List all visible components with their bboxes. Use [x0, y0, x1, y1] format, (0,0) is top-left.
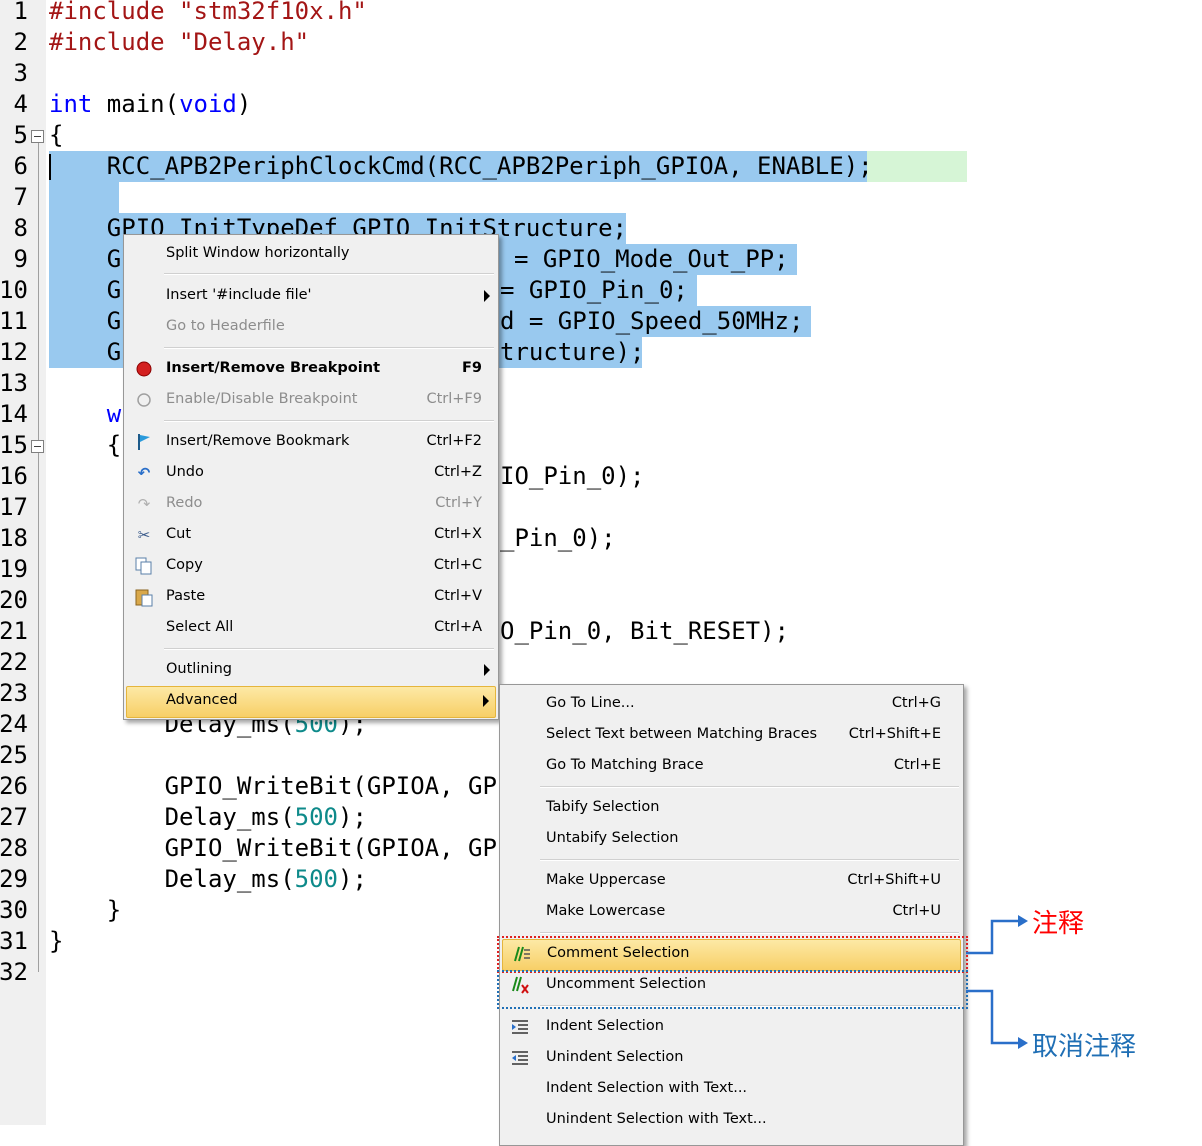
copy-icon: [134, 556, 154, 576]
fold-toggle-icon[interactable]: [31, 130, 44, 143]
insert-include-item[interactable]: Insert '#include file': [126, 281, 496, 311]
line-number: 16: [0, 462, 28, 490]
go-to-headerfile-item[interactable]: Go to Headerfile: [126, 312, 496, 342]
callout-arrows: [966, 915, 1028, 1049]
unindent-with-text-item[interactable]: Unindent Selection with Text...: [502, 1105, 961, 1135]
line-number: 18: [0, 524, 28, 552]
disabled-breakpoint-icon: [134, 390, 154, 410]
submenu-arrow-icon: [484, 664, 490, 676]
line-number: 11: [0, 307, 28, 335]
line-number: 3: [13, 59, 28, 87]
redo-item[interactable]: ↷ Redo Ctrl+Y: [126, 489, 496, 519]
line-number: 23: [0, 679, 28, 707]
insert-remove-bookmark-item[interactable]: Insert/Remove Bookmark Ctrl+F2: [126, 427, 496, 457]
untabify-selection-item[interactable]: Untabify Selection: [502, 824, 961, 854]
line-number: 29: [0, 865, 28, 893]
code-line-tail: _Pin_0);: [500, 524, 616, 552]
line-number: 32: [0, 958, 28, 986]
line-number: 13: [0, 369, 28, 397]
copy-item[interactable]: Copy Ctrl+C: [126, 551, 496, 581]
code-line: GPIO_WriteBit(GPIOA, GPI: [49, 772, 512, 800]
code-line: GPIO_WriteBit(GPIOA, GPI: [49, 834, 512, 862]
line-number: 1: [13, 0, 28, 25]
line-number: 5: [13, 121, 28, 149]
paste-item[interactable]: Paste Ctrl+V: [126, 582, 496, 612]
code-line: }: [49, 927, 64, 955]
unindent-selection-item[interactable]: Unindent Selection: [502, 1043, 961, 1073]
undo-item[interactable]: ↶ Undo Ctrl+Z: [126, 458, 496, 488]
line-number: 20: [0, 586, 28, 614]
comment-annotation: 注释: [1032, 909, 1085, 939]
indent-icon: [510, 1017, 530, 1037]
insert-remove-breakpoint-item[interactable]: Insert/Remove Breakpoint F9: [126, 354, 496, 384]
select-all-item[interactable]: Select All Ctrl+A: [126, 613, 496, 643]
code-line: RCC_APB2PeriphClockCmd(RCC_APB2Periph_GP…: [49, 152, 873, 180]
line-number: 8: [13, 214, 28, 242]
scissors-icon: ✂: [137, 526, 151, 544]
submenu-arrow-icon: [483, 695, 489, 707]
breakpoint-icon: [134, 359, 154, 379]
code-line: Delay_ms(500);: [49, 803, 367, 831]
code-line-tail: = GPIO_Pin_0;: [500, 276, 688, 304]
undo-icon: ↶: [137, 464, 151, 482]
editor-context-menu: Split Window horizontally Insert '#inclu…: [123, 234, 499, 720]
uncomment-annotation: 取消注释: [1032, 1032, 1137, 1062]
make-uppercase-item[interactable]: Make Uppercase Ctrl+Shift+U: [502, 866, 961, 896]
fold-toggle-icon[interactable]: [31, 440, 44, 453]
code-line: int main(void): [49, 90, 252, 118]
line-number: 19: [0, 555, 28, 583]
advanced-submenu: Go To Line... Ctrl+G Select Text between …: [499, 684, 964, 1146]
indent-with-text-item[interactable]: Indent Selection with Text...: [502, 1074, 961, 1104]
line-number: 9: [13, 245, 28, 273]
code-line-tail: IO_Pin_0);: [500, 462, 645, 490]
unindent-icon: [510, 1048, 530, 1068]
cut-item[interactable]: ✂ Cut Ctrl+X: [126, 520, 496, 550]
line-number: 28: [0, 834, 28, 862]
line-number: 2: [13, 28, 28, 56]
line-number: 24: [0, 710, 28, 738]
code-line: #include "stm32f10x.h": [49, 0, 367, 25]
bookmark-flag-icon: [134, 432, 154, 452]
code-line-tail: = GPIO_Mode_Out_PP;: [514, 245, 789, 273]
advanced-item[interactable]: Advanced: [126, 686, 496, 718]
make-lowercase-item[interactable]: Make Lowercase Ctrl+U: [502, 897, 961, 927]
line-number: 14: [0, 400, 28, 428]
line-number: 17: [0, 493, 28, 521]
outlining-item[interactable]: Outlining: [126, 655, 496, 685]
enable-disable-breakpoint-item[interactable]: Enable/Disable Breakpoint Ctrl+F9: [126, 385, 496, 415]
line-number: 7: [13, 183, 28, 211]
line-number: 4: [13, 90, 28, 118]
split-window-item[interactable]: Split Window horizontally: [126, 239, 496, 269]
line-number: 31: [0, 927, 28, 955]
line-number: 26: [0, 772, 28, 800]
submenu-arrow-icon: [484, 290, 490, 302]
comment-callout-box: [497, 936, 968, 973]
line-number: 21: [0, 617, 28, 645]
code-line: {: [49, 121, 64, 149]
code-line: }: [49, 896, 122, 924]
go-to-matching-brace-item[interactable]: Go To Matching Brace Ctrl+E: [502, 751, 961, 781]
line-number: 30: [0, 896, 28, 924]
select-text-between-braces-item[interactable]: Select Text between Matching Braces Ctrl+…: [502, 720, 961, 750]
clipboard-paste-icon: [134, 587, 154, 607]
line-number: 15: [0, 431, 28, 459]
code-line: Delay_ms(500);: [49, 865, 367, 893]
line-number: 22: [0, 648, 28, 676]
code-line-tail: d = GPIO_Speed_50MHz;: [500, 307, 804, 335]
code-line-tail: tructure);: [500, 338, 645, 366]
go-to-line-item[interactable]: Go To Line... Ctrl+G: [502, 689, 961, 719]
redo-icon: ↷: [137, 495, 151, 513]
line-number: 12: [0, 338, 28, 366]
code-line: {: [49, 431, 122, 459]
indent-selection-item[interactable]: Indent Selection: [502, 1012, 961, 1042]
line-number: 27: [0, 803, 28, 831]
code-line-tail: O_Pin_0, Bit_RESET);: [500, 617, 789, 645]
line-number: 25: [0, 741, 28, 769]
line-number: 6: [13, 152, 28, 180]
uncomment-callout-box: [497, 970, 968, 1009]
line-number: 10: [0, 276, 28, 304]
code-line: #include "Delay.h": [49, 28, 310, 56]
tabify-selection-item[interactable]: Tabify Selection: [502, 793, 961, 823]
